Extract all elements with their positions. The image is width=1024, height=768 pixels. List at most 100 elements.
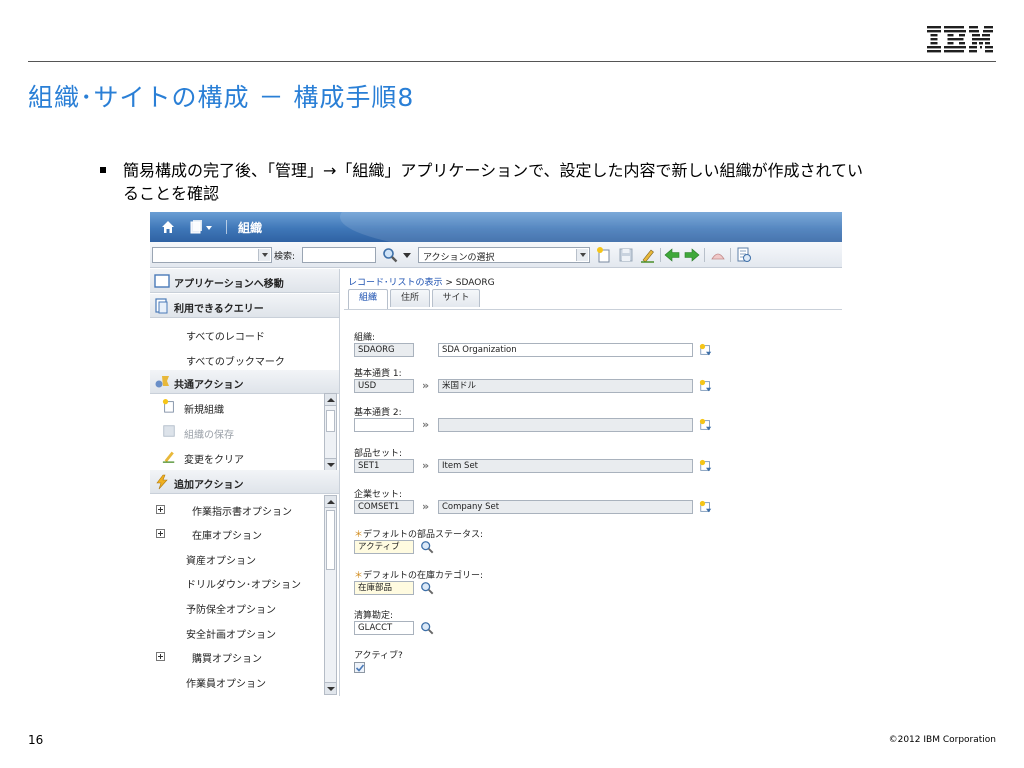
scroll-down-icon[interactable] <box>325 458 336 470</box>
default-stock-category-field[interactable]: 在庫部品 <box>354 581 414 595</box>
required-marker: ＊ <box>354 571 364 581</box>
breadcrumb: レコード･リストの表示 > SDAORG <box>348 278 495 288</box>
action-new-organization[interactable]: 新規組織 <box>184 401 224 416</box>
list-view-link[interactable]: レコード･リストの表示 <box>348 278 443 288</box>
detail-arrow-icon[interactable]: » <box>422 501 429 512</box>
expand-icon[interactable] <box>156 505 165 514</box>
tab-sites[interactable]: サイト <box>432 289 480 307</box>
view-history-icon[interactable] <box>710 247 726 263</box>
base-currency-1-description: 米国ドル <box>438 379 693 393</box>
scroll-thumb[interactable] <box>326 410 335 432</box>
window-icon <box>154 274 170 288</box>
clearing-account-field[interactable]: GLACCT <box>354 621 414 635</box>
select-value-icon[interactable] <box>420 621 434 635</box>
default-item-status-field[interactable]: アクティブ <box>354 540 414 554</box>
search-input[interactable] <box>302 247 376 263</box>
save-icon[interactable] <box>618 247 634 263</box>
home-icon[interactable] <box>160 218 176 236</box>
tab-organization[interactable]: 組織 <box>348 289 388 309</box>
itemset-label: 部品セット: <box>354 449 403 459</box>
checkmark-icon <box>355 664 365 672</box>
tab-addresses[interactable]: 住所 <box>390 289 430 307</box>
slide-title: 組織･サイトの構成 － 構成手順8 <box>28 83 415 112</box>
expand-icon[interactable] <box>156 529 165 538</box>
more-action-item[interactable]: 作業員オプション <box>186 675 266 690</box>
go-to-applications-header[interactable]: アプリケーションへ移動 <box>150 269 339 293</box>
nav-separator <box>226 220 227 234</box>
detail-arrow-icon[interactable]: » <box>422 419 429 430</box>
detail-arrow-icon[interactable]: » <box>422 380 429 391</box>
query-icon <box>155 298 168 314</box>
more-actions-header[interactable]: 追加アクション <box>150 470 339 494</box>
bullet-text: 簡易構成の完了後、「管理」→「組織」アプリケーションで、設定した内容で新しい組織… <box>123 161 863 203</box>
bullet-point: 簡易構成の完了後、「管理」→「組織」アプリケーションで、設定した内容で新しい組織… <box>100 159 870 205</box>
more-action-item[interactable]: ドリルダウン･オプション <box>186 576 301 591</box>
more-action-item[interactable]: 在庫オプション <box>192 527 262 542</box>
more-action-item[interactable]: 安全計画オプション <box>186 626 276 641</box>
common-actions-header[interactable]: 共通アクション <box>150 370 339 394</box>
itemset-description: Item Set <box>438 459 693 473</box>
action-select-label: アクションの選択 <box>423 253 495 263</box>
report-icon[interactable] <box>736 247 752 263</box>
clear-changes-icon <box>162 451 175 463</box>
more-action-item[interactable]: 資産オプション <box>186 552 256 567</box>
select-value-icon[interactable] <box>420 540 434 554</box>
companyset-label: 企業セット: <box>354 490 403 500</box>
navigation-sidebar: アプリケーションへ移動 利用できるクエリー すべてのレコード すべてのブックマー… <box>150 269 340 696</box>
scroll-up-icon[interactable] <box>325 394 336 406</box>
action-clear-changes[interactable]: 変更をクリア <box>184 451 244 466</box>
query-select[interactable] <box>152 247 272 263</box>
companyset-field[interactable]: COMSET1 <box>354 500 414 514</box>
applications-menu-icon[interactable] <box>190 218 214 236</box>
base-currency-2-description <box>438 418 693 432</box>
scroll-thumb[interactable] <box>326 510 335 570</box>
detail-arrow-icon[interactable]: » <box>422 460 429 471</box>
more-action-item[interactable]: 購買オプション <box>192 650 262 665</box>
long-description-icon[interactable] <box>699 379 713 393</box>
chevron-down-icon[interactable] <box>402 250 412 260</box>
common-actions-label: 共通アクション <box>174 380 244 391</box>
active-label: アクティブ? <box>354 651 403 661</box>
toolbar: 検索: アクションの選択 <box>150 242 842 268</box>
clear-changes-icon[interactable] <box>640 247 656 263</box>
app-title: 組織 <box>238 221 263 235</box>
action-save-organization[interactable]: 組織の保存 <box>184 426 234 441</box>
base-currency-2-field[interactable] <box>354 418 414 432</box>
long-description-icon[interactable] <box>699 500 713 514</box>
bullet-marker <box>100 167 106 173</box>
previous-record-icon[interactable] <box>664 247 680 263</box>
search-label: 検索: <box>274 252 296 262</box>
org-code-field[interactable]: SDAORG <box>354 343 414 357</box>
search-icon[interactable] <box>382 247 398 263</box>
default-stock-category-label: ＊デフォルトの在庫カテゴリー: <box>354 571 484 581</box>
scroll-down-icon[interactable] <box>325 682 336 694</box>
long-description-icon[interactable] <box>699 418 713 432</box>
new-record-icon <box>162 399 174 413</box>
long-description-icon[interactable] <box>699 343 713 357</box>
header-rule <box>28 61 996 62</box>
select-value-icon[interactable] <box>420 581 434 595</box>
base-currency-1-field[interactable]: USD <box>354 379 414 393</box>
more-action-item[interactable]: 予防保全オプション <box>186 601 276 616</box>
chevron-down-icon <box>258 249 270 261</box>
copyright: ©2012 IBM Corporation <box>888 735 996 745</box>
query-all-records[interactable]: すべてのレコード <box>186 328 265 343</box>
long-description-icon[interactable] <box>699 459 713 473</box>
active-checkbox[interactable] <box>354 662 365 673</box>
action-select[interactable]: アクションの選択 <box>418 247 590 263</box>
common-actions-scrollbar[interactable] <box>324 393 337 471</box>
available-queries-label: 利用できるクエリー <box>174 304 264 315</box>
itemset-field[interactable]: SET1 <box>354 459 414 473</box>
org-label: 組織: <box>354 333 376 343</box>
available-queries-header[interactable]: 利用できるクエリー <box>150 294 339 318</box>
clearing-account-label: 清算勘定: <box>354 611 394 621</box>
org-description-field[interactable]: SDA Organization <box>438 343 693 357</box>
next-record-icon[interactable] <box>684 247 700 263</box>
more-actions-scrollbar[interactable] <box>324 495 337 695</box>
new-record-icon[interactable] <box>596 247 612 263</box>
expand-icon[interactable] <box>156 652 165 661</box>
scroll-up-icon[interactable] <box>325 496 336 508</box>
required-marker: ＊ <box>354 530 364 540</box>
query-all-bookmarks[interactable]: すべてのブックマーク <box>186 353 285 368</box>
more-action-item[interactable]: 作業指示書オプション <box>192 503 292 518</box>
